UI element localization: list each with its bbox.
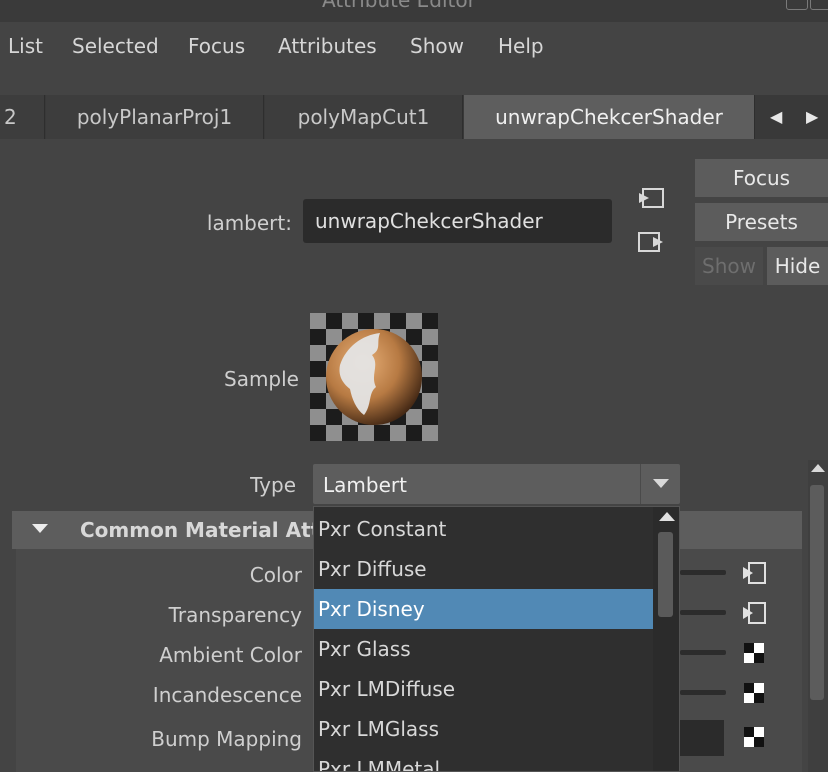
attribute-scrollbar[interactable] — [808, 460, 828, 772]
dropdown-option[interactable]: Pxr LMDiffuse — [314, 669, 653, 709]
tab-unwrapchekcershader[interactable]: unwrapChekcerShader — [464, 95, 755, 139]
incandescence-slider[interactable] — [680, 690, 726, 695]
collapse-triangle-icon[interactable] — [32, 524, 48, 533]
checker-map-icon[interactable] — [741, 640, 767, 666]
window-title: Attribute Editor — [322, 0, 476, 12]
tab-partial[interactable]: 2 — [0, 95, 45, 139]
node-type-label: lambert: — [206, 211, 292, 235]
attr-label-bump-mapping: Bump Mapping — [151, 727, 302, 751]
tab-polymapcut1[interactable]: polyMapCut1 — [265, 95, 463, 139]
window-button[interactable] — [786, 0, 808, 10]
node-name-field[interactable]: unwrapChekcerShader — [303, 199, 612, 243]
dropdown-option[interactable]: Pxr Glass — [314, 629, 653, 669]
type-dropdown-list: Pxr Constant Pxr Diffuse Pxr Disney Pxr … — [313, 506, 680, 772]
attr-label-color: Color — [249, 563, 302, 587]
dropdown-option-selected[interactable]: Pxr Disney — [314, 589, 653, 629]
window-title-bar: Attribute Editor — [0, 0, 828, 22]
scrollbar-thumb[interactable] — [658, 532, 673, 617]
dropdown-scrollbar[interactable] — [653, 507, 679, 771]
menu-attributes[interactable]: Attributes — [278, 34, 377, 58]
tab-scroll-right-icon[interactable]: ▶ — [806, 107, 818, 126]
hide-button[interactable]: Hide — [767, 247, 828, 285]
input-connection-icon[interactable] — [741, 600, 767, 626]
attr-label-incandescence: Incandescence — [152, 683, 302, 707]
attr-label-transparency: Transparency — [168, 603, 302, 627]
color-slider[interactable] — [680, 570, 726, 575]
input-connection-icon[interactable] — [741, 560, 767, 586]
menu-selected[interactable]: Selected — [72, 34, 159, 58]
ambient-color-slider[interactable] — [680, 650, 726, 655]
presets-button[interactable]: Presets — [695, 203, 828, 241]
menu-bar: List Selected Focus Attributes Show Help — [0, 22, 828, 72]
menu-show[interactable]: Show — [410, 34, 464, 58]
chevron-down-icon[interactable] — [640, 464, 680, 504]
material-sample-swatch — [310, 313, 438, 441]
window-button[interactable] — [810, 0, 828, 10]
type-label: Type — [250, 473, 296, 497]
menu-focus[interactable]: Focus — [188, 34, 245, 58]
section-title: Common Material Attributes — [80, 518, 320, 542]
checker-map-icon[interactable] — [741, 680, 767, 706]
dropdown-option[interactable]: Pxr LMGlass — [314, 709, 653, 749]
input-connections-icon[interactable] — [637, 187, 665, 209]
scrollbar-thumb[interactable] — [810, 485, 824, 700]
checker-map-icon[interactable] — [741, 724, 767, 750]
tab-scroll-left-icon[interactable]: ◀ — [770, 107, 782, 126]
bump-mapping-field[interactable] — [680, 720, 724, 756]
tab-polyplanarproj1[interactable]: polyPlanarProj1 — [46, 95, 264, 139]
node-tab-bar: 2 polyPlanarProj1 polyMapCut1 unwrapChek… — [0, 95, 828, 139]
dropdown-option[interactable]: Pxr Diffuse — [314, 549, 653, 589]
focus-button[interactable]: Focus — [695, 159, 828, 197]
material-type-select[interactable]: Lambert — [313, 464, 680, 504]
menu-help[interactable]: Help — [498, 34, 544, 58]
scroll-up-icon[interactable] — [811, 464, 825, 472]
show-button[interactable]: Show — [695, 247, 763, 285]
sample-label: Sample — [224, 367, 299, 391]
scroll-up-icon[interactable] — [659, 512, 675, 521]
dropdown-option[interactable]: Pxr Constant — [314, 509, 653, 549]
transparency-slider[interactable] — [680, 610, 726, 615]
menu-list[interactable]: List — [8, 34, 43, 58]
dropdown-option[interactable]: Pxr LMMetal — [314, 749, 653, 771]
output-connections-icon[interactable] — [637, 231, 665, 253]
attr-label-ambient-color: Ambient Color — [159, 643, 302, 667]
